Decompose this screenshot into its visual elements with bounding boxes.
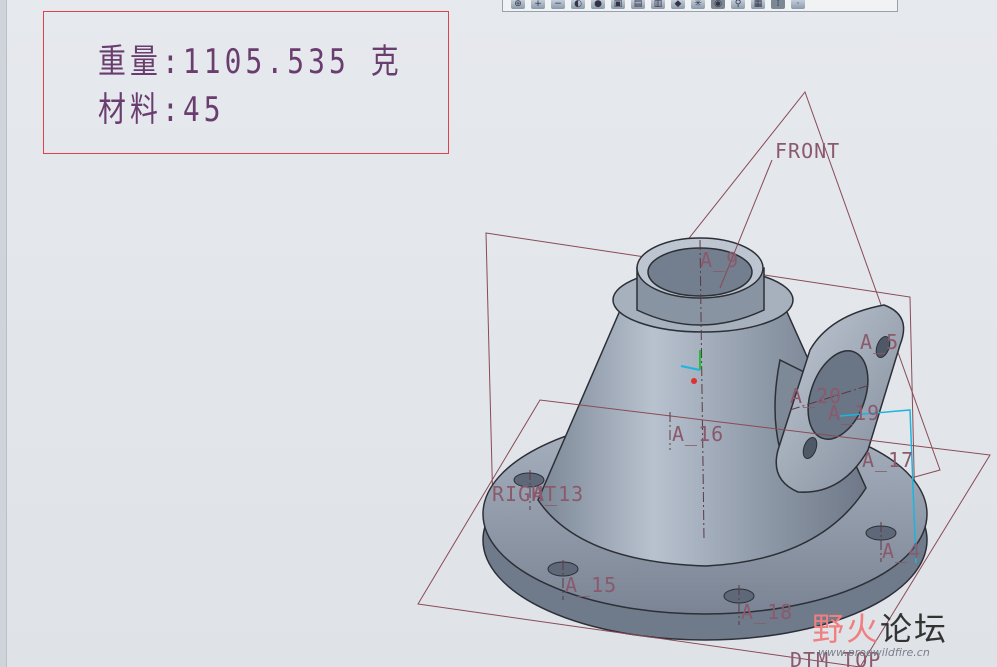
watermark-brand: 野火论坛 [812, 604, 948, 650]
plane-display-icon[interactable]: ▦ [751, 0, 765, 9]
material-note[interactable]: 材料:45 [98, 82, 225, 131]
axis-label-a13[interactable]: A_13 [532, 482, 584, 506]
repaint-icon[interactable]: ◐ [571, 0, 585, 9]
saved-views-icon[interactable]: ▤ [631, 0, 645, 9]
axis-label-a9[interactable]: A_9 [700, 248, 739, 272]
shading-icon[interactable]: ● [591, 0, 605, 9]
point-display-icon[interactable]: · [791, 0, 805, 9]
zoom-out-icon[interactable]: − [551, 0, 565, 9]
axis-label-a18[interactable]: A_18 [741, 600, 793, 624]
axis-label-a17[interactable]: A_17 [862, 448, 914, 472]
datum-display-icon[interactable]: ✳ [691, 0, 705, 9]
zoom-window-icon[interactable]: ⊕ [511, 0, 525, 9]
view-toolbar: ⊕ + − ◐ ● ▣ ▤ ▥ ◆ ✳ ◉ ⚲ ▦ ⁞ · [502, 0, 898, 12]
axis-label-a19[interactable]: A_19 [828, 401, 880, 425]
spin-center-icon[interactable]: ⚲ [731, 0, 745, 9]
axis-display-icon[interactable]: ⁞ [771, 0, 785, 9]
datum-label-front[interactable]: FRONT [775, 139, 840, 163]
view-manager-icon[interactable]: ▣ [611, 0, 625, 9]
graphics-viewport[interactable]: FRONT RIGHT DTM TOP A_9 A_5 A_16 A_20 A_… [0, 0, 997, 667]
axis-label-a5[interactable]: A_5 [860, 330, 899, 354]
annotation-display-icon[interactable]: ◉ [711, 0, 725, 9]
axis-label-a15[interactable]: A_15 [565, 573, 617, 597]
weight-note[interactable]: 重量:1105.535 克 [98, 34, 403, 83]
axis-label-a4[interactable]: A_4 [882, 539, 921, 563]
watermark-url: www.proewildfire.cn [818, 646, 930, 659]
watermark-brand-red: 野火 [812, 610, 881, 648]
forum-watermark: 野火论坛 www.proewildfire.cn [812, 604, 992, 664]
zoom-in-icon[interactable]: + [531, 0, 545, 9]
watermark-brand-dark: 论坛 [880, 610, 949, 648]
perspective-icon[interactable]: ◆ [671, 0, 685, 9]
display-style-icon[interactable]: ▥ [651, 0, 665, 9]
mass-note-box[interactable]: 重量:1105.535 克 材料:45 [43, 11, 449, 154]
axis-label-a16[interactable]: A_16 [672, 422, 724, 446]
csys-origin [691, 378, 697, 384]
